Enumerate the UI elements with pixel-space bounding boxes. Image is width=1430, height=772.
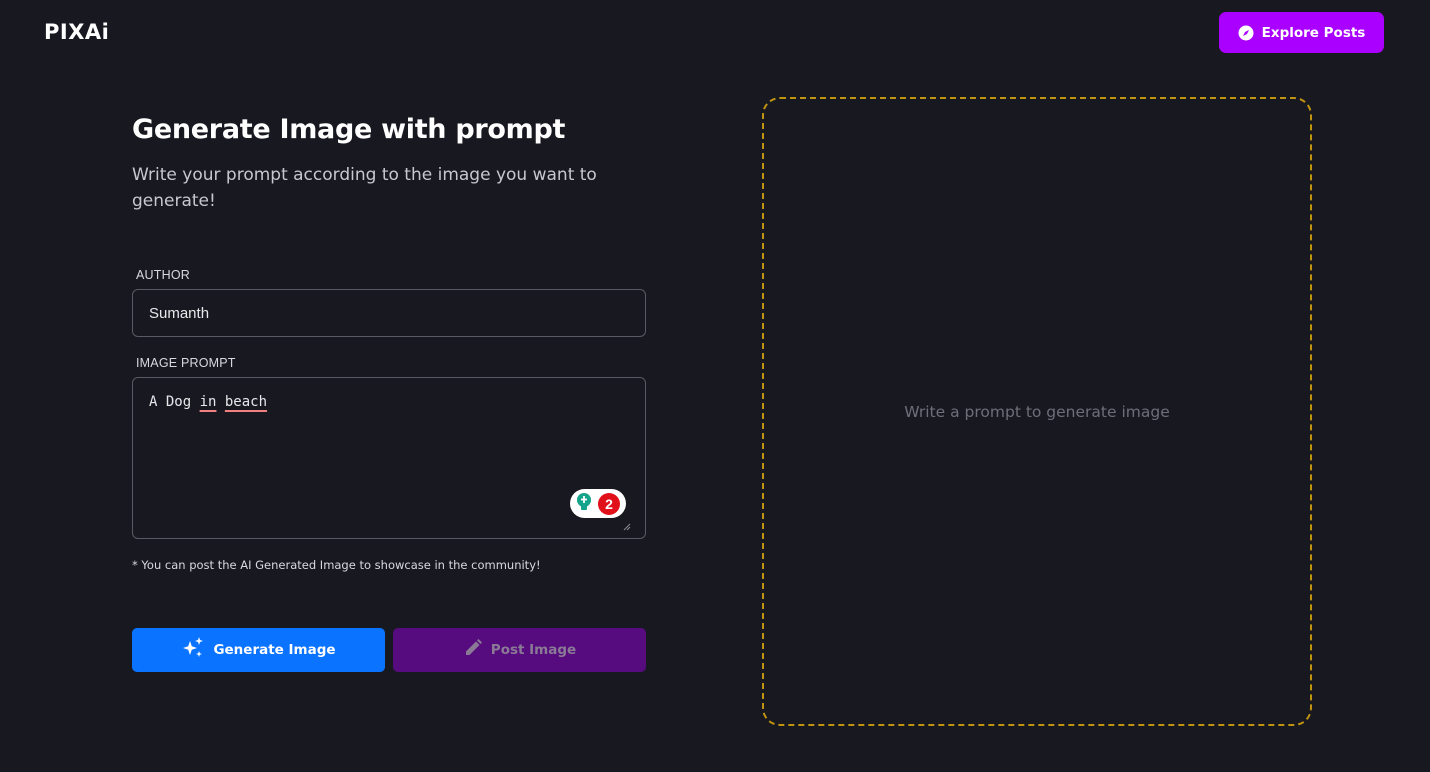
spelling-flag: beach <box>224 394 268 410</box>
pencil-icon <box>463 638 483 662</box>
explore-posts-label: Explore Posts <box>1261 24 1366 41</box>
grammar-checker-badge[interactable]: 2 <box>570 489 626 518</box>
app-logo[interactable]: PIXAi <box>44 20 109 44</box>
image-preview-area: Write a prompt to generate image <box>762 97 1312 726</box>
prompt-text: A Dog in beach <box>149 394 268 410</box>
post-image-label: Post Image <box>490 642 577 658</box>
author-input[interactable] <box>132 289 646 337</box>
generate-image-label: Generate Image <box>213 642 336 658</box>
community-note: * You can post the AI Generated Image to… <box>132 558 541 572</box>
grammar-issue-count: 2 <box>598 492 620 515</box>
grammar-bulb-icon <box>576 492 592 515</box>
author-label: AUTHOR <box>136 268 190 282</box>
resize-handle-icon[interactable] <box>623 516 631 531</box>
post-image-button[interactable]: Post Image <box>393 628 646 672</box>
image-prompt-textarea[interactable]: A Dog in beach 2 <box>132 377 646 539</box>
spelling-flag: in <box>199 394 217 410</box>
sparkles-icon <box>181 636 205 664</box>
page-subtitle: Write your prompt according to the image… <box>132 165 597 211</box>
image-prompt-label: IMAGE PROMPT <box>136 356 236 370</box>
compass-icon <box>1238 25 1254 41</box>
generate-image-button[interactable]: Generate Image <box>132 628 385 672</box>
explore-posts-button[interactable]: Explore Posts <box>1219 12 1384 53</box>
page-title: Generate Image with prompt <box>132 114 566 145</box>
preview-placeholder: Write a prompt to generate image <box>904 402 1170 421</box>
